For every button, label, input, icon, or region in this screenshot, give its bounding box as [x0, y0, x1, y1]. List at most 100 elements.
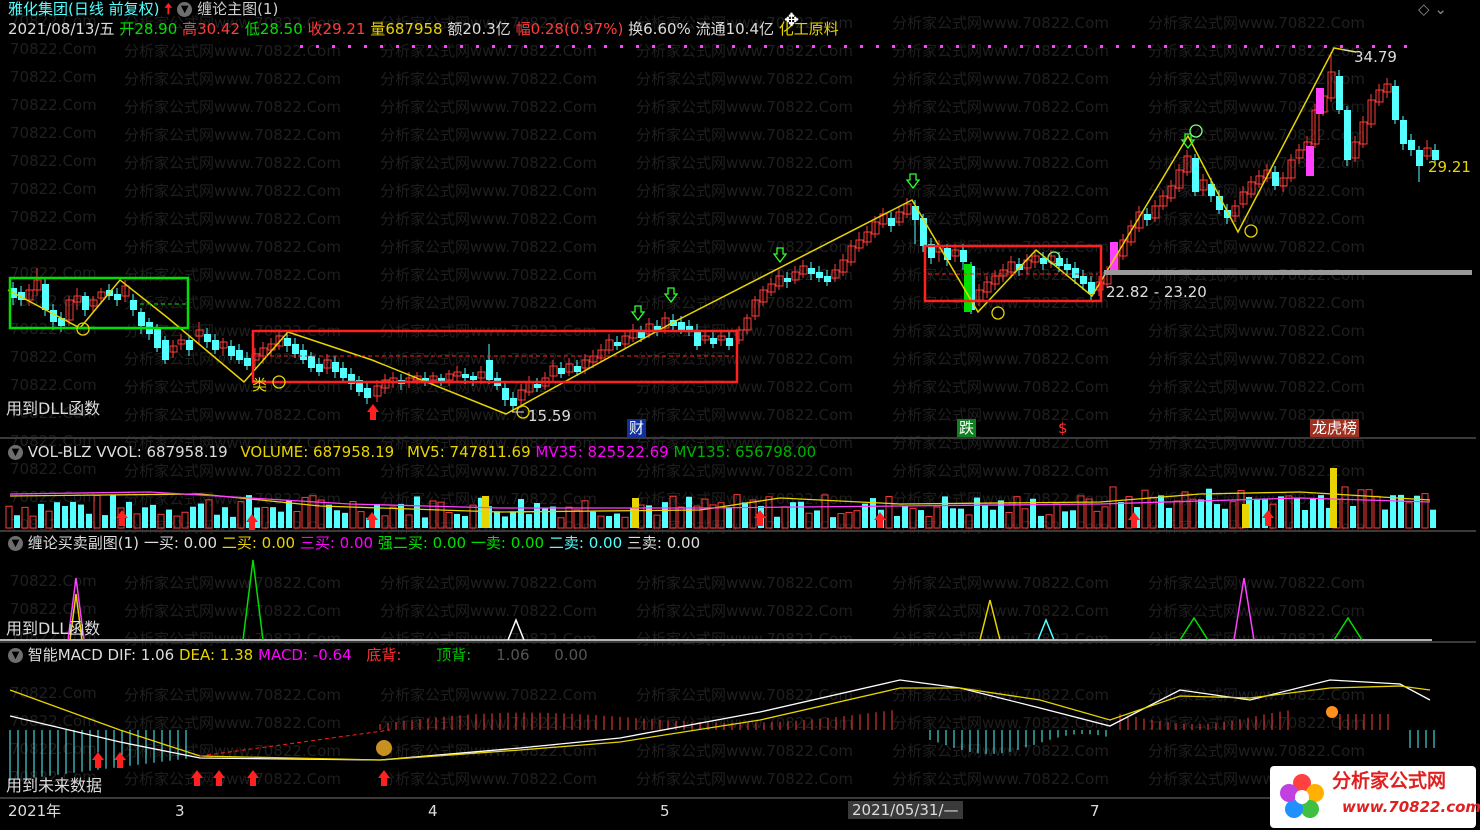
- volume-bar: [1310, 498, 1316, 528]
- signal-dot: [588, 45, 591, 48]
- chevron-down-icon[interactable]: ▼: [8, 536, 23, 551]
- signal-dot: [924, 45, 927, 48]
- signal-dot: [780, 45, 783, 48]
- signal-dot: [1164, 45, 1167, 48]
- signal-dot: [1068, 45, 1071, 48]
- signal-dot: [1212, 45, 1215, 48]
- event-fall[interactable]: 跌: [957, 419, 977, 437]
- event-finance[interactable]: 财: [627, 419, 647, 437]
- candle-body: [236, 350, 243, 360]
- candle-body: [534, 384, 541, 388]
- signal-dot: [1116, 45, 1119, 48]
- candle-body: [1192, 158, 1199, 192]
- candle-body: [1400, 120, 1407, 144]
- signal-dot: [1324, 45, 1327, 48]
- volume-bar: [142, 507, 148, 528]
- volume-bar: [14, 515, 20, 528]
- candle-body: [816, 272, 823, 278]
- volume-bar: [1173, 500, 1181, 529]
- signal-dot: [572, 45, 575, 48]
- bs-signal-spike: [1333, 616, 1363, 641]
- panel-divider[interactable]: [0, 641, 1476, 643]
- macd-buy-arrow-icon: [191, 770, 203, 786]
- signal-dot: [396, 45, 399, 48]
- volume-bar: [309, 495, 317, 529]
- candle-body: [154, 328, 161, 348]
- future-data-note: 用到未来数据: [6, 776, 103, 795]
- price-last-label: 29.21: [1428, 158, 1471, 176]
- signal-dot: [508, 45, 511, 48]
- candle-body: [784, 278, 791, 282]
- bs-panel-name[interactable]: 缠论买卖副图(1): [28, 534, 139, 552]
- bs-signal-spike: [1037, 617, 1055, 641]
- volume-bar: [1285, 495, 1293, 529]
- bs-signal-spike: [1179, 616, 1209, 641]
- volume-bar: [1206, 488, 1212, 528]
- sell-arrow-icon: [905, 173, 921, 190]
- volume-bar: [534, 503, 540, 528]
- volume-bar: [742, 502, 748, 528]
- volume-bar: [286, 500, 292, 528]
- macd-panel-name[interactable]: 智能MACD: [28, 646, 103, 664]
- volume-bar: [1070, 510, 1076, 528]
- volume-bar: [1013, 496, 1021, 529]
- volume-bar: [70, 501, 76, 528]
- dll-note-main: 用到DLL函数: [6, 399, 101, 418]
- volume-bar: [693, 505, 701, 529]
- bottom-div-label: 底背:: [366, 646, 402, 664]
- volume-bar: [1181, 491, 1189, 529]
- dif-line: [9, 679, 1431, 761]
- volume-bar: [1038, 515, 1044, 528]
- volume-bar-highlight: [1330, 468, 1337, 528]
- volume-bar: [1158, 495, 1164, 528]
- volume-bar: [1214, 504, 1220, 528]
- panel-divider[interactable]: [0, 437, 1476, 439]
- chevron-down-icon[interactable]: ▼: [8, 445, 23, 460]
- event-dividend[interactable]: $: [1058, 419, 1068, 437]
- panel-divider[interactable]: [0, 530, 1476, 532]
- volume-bar: [781, 506, 789, 529]
- volume-bar: [317, 499, 325, 529]
- candle-body-highlight: [964, 264, 972, 312]
- volume-bar: [357, 511, 365, 529]
- volume-bar: [845, 511, 853, 529]
- chevron-down-icon[interactable]: ▼: [8, 648, 23, 663]
- signal-dot: [1100, 45, 1103, 48]
- volume-bar: [950, 508, 956, 528]
- candle-body: [228, 346, 235, 356]
- volume-bar: [1093, 510, 1101, 529]
- volume-bar: [1077, 495, 1085, 529]
- signal-dot: [524, 45, 527, 48]
- volume-bar: [1062, 511, 1068, 528]
- volume-bar: [462, 516, 468, 528]
- volume-bar: [1254, 498, 1260, 528]
- volume-bar: [1118, 501, 1124, 528]
- candle-body: [212, 340, 219, 350]
- candle-body: [694, 330, 701, 346]
- volume-bar: [414, 496, 420, 528]
- macd-buy-arrow-icon: [378, 770, 390, 786]
- chart-canvas[interactable]: [0, 0, 1480, 830]
- volume-bar: [502, 516, 508, 528]
- volume-bar: [965, 514, 973, 529]
- volume-bar: [774, 516, 780, 528]
- volume-bar: [349, 501, 357, 529]
- signal-dot: [668, 45, 671, 48]
- vol-panel-name[interactable]: VOL-BLZ: [28, 443, 92, 461]
- candle-body: [308, 356, 315, 368]
- volume-bar: [54, 502, 60, 528]
- volume-bar: [278, 511, 284, 528]
- candle-body: [558, 368, 565, 374]
- candle-body: [138, 312, 145, 326]
- candle-body: [292, 344, 299, 354]
- signal-dot: [460, 45, 463, 48]
- signal-dot: [1340, 45, 1343, 48]
- volume-bar: [933, 506, 941, 529]
- signal-dot: [636, 45, 639, 48]
- signal-dot: [1276, 45, 1279, 48]
- event-dragon-tiger[interactable]: 龙虎榜: [1310, 419, 1360, 437]
- volume-bar: [230, 516, 236, 528]
- volume-bar: [21, 506, 29, 529]
- volume-bar: [1021, 508, 1029, 529]
- candle-body: [1064, 264, 1071, 270]
